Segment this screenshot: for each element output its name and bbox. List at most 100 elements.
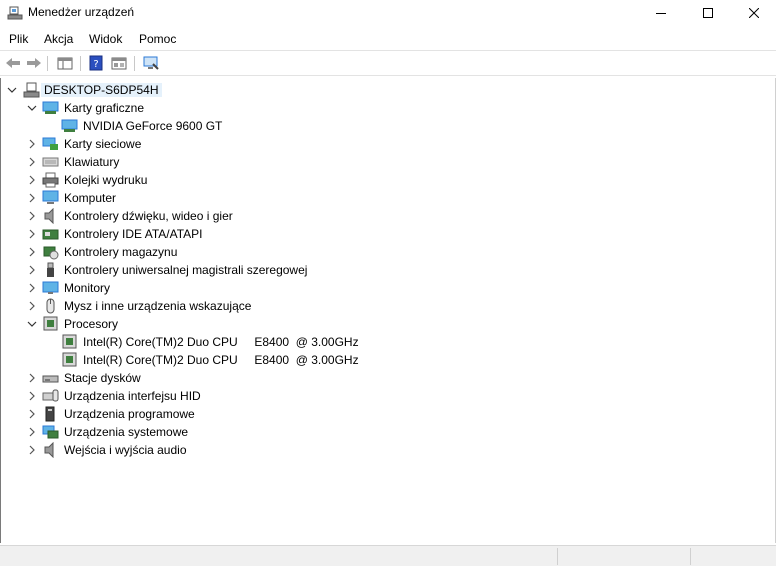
menu-help[interactable]: Pomoc (139, 32, 176, 46)
toolbar-separator (134, 56, 135, 71)
tree-item-print-queues[interactable]: Kolejki wydruku (1, 171, 301, 189)
chevron-right-icon[interactable] (26, 426, 38, 438)
tree-item-label: Monitory (64, 281, 111, 295)
maximize-icon (703, 8, 713, 18)
chevron-right-icon[interactable] (26, 390, 38, 402)
printer-icon (42, 172, 59, 188)
chevron-right-icon[interactable] (26, 174, 38, 186)
device-tree[interactable]: DESKTOP-S6DP54H Karty graficzne NVIDIA G… (0, 78, 776, 543)
tree-item-label: Karty sieciowe (64, 137, 142, 151)
tree-child-device[interactable]: Intel(R) Core(TM)2 Duo CPU E8400 @ 3.00G… (1, 333, 361, 351)
tree-item-storage-controllers[interactable]: Kontrolery magazynu (1, 243, 301, 261)
tree-item-keyboards[interactable]: Klawiatury (1, 153, 301, 171)
tree-item-software-devices[interactable]: Urządzenia programowe (1, 405, 301, 423)
maximize-button[interactable] (685, 0, 731, 26)
tree-item-label: Komputer (64, 191, 117, 205)
tree-child-device[interactable]: Intel(R) Core(TM)2 Duo CPU E8400 @ 3.00G… (1, 351, 361, 369)
display-adapter-icon (61, 118, 78, 134)
processor-icon (61, 352, 78, 368)
tree-item-mice[interactable]: Mysz i inne urządzenia wskazujące (1, 297, 301, 315)
minimize-button[interactable] (638, 0, 684, 26)
status-bar-divider (557, 548, 558, 565)
show-hide-console-tree-button[interactable] (55, 54, 75, 72)
chevron-right-icon[interactable] (26, 228, 38, 240)
menu-view[interactable]: Widok (89, 32, 122, 46)
device-manager-icon (7, 5, 23, 21)
chevron-right-icon[interactable] (26, 408, 38, 420)
forward-button[interactable] (24, 54, 44, 72)
chevron-right-icon[interactable] (26, 210, 38, 222)
chevron-right-icon[interactable] (26, 444, 38, 456)
tree-item-label: Karty graficzne (64, 101, 145, 115)
tree-item-label: Kontrolery uniwersalnej magistrali szere… (64, 263, 308, 277)
properties-button[interactable] (109, 54, 129, 72)
title-bar: Menedżer urządzeń (0, 0, 776, 26)
tree-item-display-adapters[interactable]: Karty graficzne (1, 99, 301, 117)
status-bar (0, 545, 776, 566)
keyboard-icon (42, 154, 59, 170)
menu-action[interactable]: Akcja (44, 32, 73, 46)
device-label: Intel(R) Core(TM)2 Duo CPU E8400 @ 3.00G… (83, 335, 359, 349)
monitor-icon (42, 280, 59, 296)
chevron-down-icon[interactable] (26, 318, 38, 330)
chevron-right-icon[interactable] (26, 264, 38, 276)
chevron-right-icon[interactable] (26, 282, 38, 294)
computer-icon (42, 190, 59, 206)
forward-arrow-icon (27, 58, 41, 68)
tree-item-label: Kontrolery IDE ATA/ATAPI (64, 227, 203, 241)
menu-file[interactable]: Plik (9, 32, 28, 46)
tree-item-disk-drives[interactable]: Stacje dysków (1, 369, 301, 387)
tree-root-node[interactable]: DESKTOP-S6DP54H (1, 81, 201, 99)
svg-text:?: ? (93, 59, 98, 70)
chevron-down-icon[interactable] (26, 102, 38, 114)
processor-icon (61, 334, 78, 350)
chevron-right-icon[interactable] (26, 156, 38, 168)
tree-item-label: Klawiatury (64, 155, 120, 169)
back-button[interactable] (3, 54, 23, 72)
mouse-icon (42, 298, 59, 314)
chevron-right-icon[interactable] (26, 372, 38, 384)
chevron-right-icon[interactable] (26, 246, 38, 258)
device-label: Intel(R) Core(TM)2 Duo CPU E8400 @ 3.00G… (83, 353, 359, 367)
tree-item-usb-controllers[interactable]: Kontrolery uniwersalnej magistrali szere… (1, 261, 341, 279)
help-icon: ? (89, 55, 103, 71)
chevron-right-icon[interactable] (26, 138, 38, 150)
close-icon (749, 8, 759, 18)
help-button[interactable]: ? (86, 54, 106, 72)
tree-item-monitors[interactable]: Monitory (1, 279, 301, 297)
status-bar-divider (690, 548, 691, 565)
tree-item-label: Kontrolery dźwięku, wideo i gier (64, 209, 233, 223)
tree-item-system-devices[interactable]: Urządzenia systemowe (1, 423, 301, 441)
toolbar-separator (47, 56, 48, 71)
tree-item-network-adapters[interactable]: Karty sieciowe (1, 135, 301, 153)
hid-icon (42, 388, 59, 404)
toolbar-separator (80, 56, 81, 71)
console-tree-icon (57, 57, 73, 70)
toolbar: ? (0, 50, 776, 76)
speaker-icon (42, 207, 59, 225)
scan-hardware-button[interactable] (141, 54, 161, 72)
tree-child-device[interactable]: NVIDIA GeForce 9600 GT (1, 117, 301, 135)
computer-root-icon (23, 82, 40, 98)
tree-item-label: Urządzenia systemowe (64, 425, 189, 439)
root-label: DESKTOP-S6DP54H (41, 83, 162, 97)
software-device-icon (42, 406, 59, 422)
chevron-down-icon[interactable] (6, 84, 18, 96)
tree-item-ide-controllers[interactable]: Kontrolery IDE ATA/ATAPI (1, 225, 301, 243)
minimize-icon (656, 13, 666, 14)
back-arrow-icon (6, 58, 20, 68)
audio-io-icon (42, 441, 59, 459)
tree-item-sound-controllers[interactable]: Kontrolery dźwięku, wideo i gier (1, 207, 301, 225)
tree-item-hid[interactable]: Urządzenia interfejsu HID (1, 387, 301, 405)
chevron-right-icon[interactable] (26, 192, 38, 204)
close-button[interactable] (731, 0, 776, 26)
ide-controller-icon (42, 226, 59, 242)
tree-item-label: Kontrolery magazynu (64, 245, 178, 259)
chevron-right-icon[interactable] (26, 300, 38, 312)
tree-item-label: Procesory (64, 317, 119, 331)
usb-icon (42, 262, 59, 278)
tree-item-audio-io[interactable]: Wejścia i wyjścia audio (1, 441, 301, 459)
tree-item-processors[interactable]: Procesory (1, 315, 301, 333)
tree-item-label: Stacje dysków (64, 371, 141, 385)
tree-item-computer[interactable]: Komputer (1, 189, 301, 207)
